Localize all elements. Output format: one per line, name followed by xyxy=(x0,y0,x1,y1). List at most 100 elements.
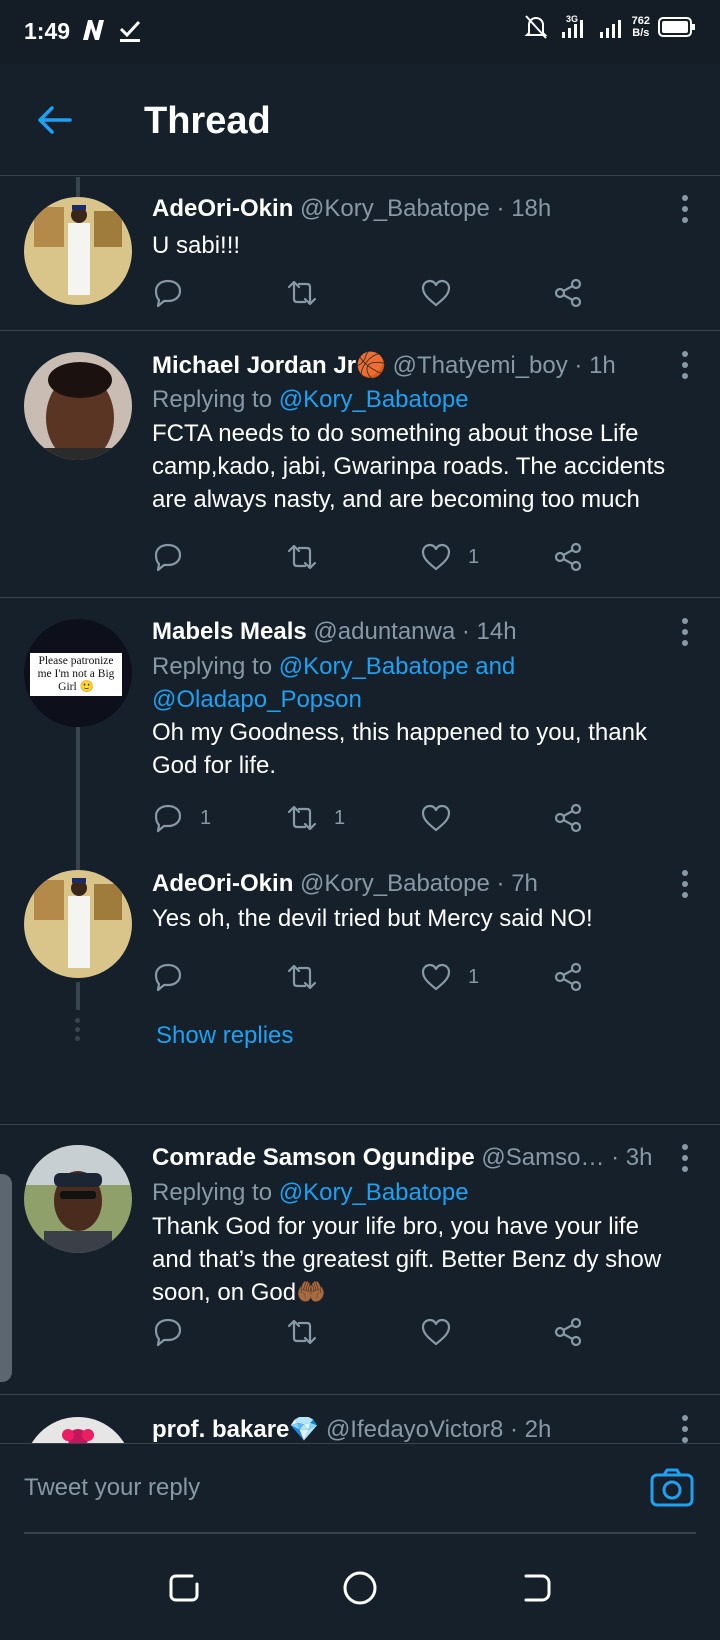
edge-panel-handle[interactable] xyxy=(0,1174,12,1382)
avatar[interactable] xyxy=(24,1417,132,1443)
back-arrow-icon[interactable] xyxy=(34,100,74,140)
retweet-icon xyxy=(287,964,317,990)
tweet-actions: 1 xyxy=(152,537,632,577)
tweet[interactable]: Comrade Samson Ogundipe @Samso… · 3h Rep… xyxy=(0,1125,720,1371)
retweet-button[interactable] xyxy=(286,537,334,577)
like-button[interactable] xyxy=(420,273,468,313)
author-handle[interactable]: @IfedayoVictor8 xyxy=(326,1416,503,1443)
tweet-meta: prof. bakare💎 @IfedayoVictor8 · 2h xyxy=(152,1415,660,1443)
reply-icon xyxy=(154,543,182,572)
tweet[interactable]: prof. bakare💎 @IfedayoVictor8 · 2h xyxy=(0,1395,720,1443)
tweet[interactable]: Michael Jordan Jr🏀 @Thatyemi_boy · 1h Re… xyxy=(0,331,720,597)
avatar[interactable] xyxy=(24,197,132,305)
time-separator: · xyxy=(496,195,505,222)
replying-to-handle[interactable]: @Kory_Babatope xyxy=(279,1179,469,1206)
bell-muted-icon xyxy=(524,15,548,39)
like-button[interactable]: 1 xyxy=(420,957,479,997)
replying-to: Replying to @Kory_Babatope xyxy=(152,1176,680,1209)
time-separator: · xyxy=(611,1144,620,1171)
retweet-icon xyxy=(287,805,317,831)
author-name[interactable]: Mabels Meals xyxy=(152,618,307,645)
more-options-icon[interactable] xyxy=(680,1144,690,1174)
author-handle[interactable]: @Samso… xyxy=(481,1144,604,1171)
tweet[interactable]: AdeOri-Okin @Kory_Babatope · 7h Yes oh, … xyxy=(0,858,720,1101)
tweet[interactable]: Please patronize me I'm not a Big Girl 🙂… xyxy=(0,598,720,858)
show-replies-link[interactable]: Show replies xyxy=(156,1022,293,1050)
tweet-body: FCTA needs to do something about those L… xyxy=(152,420,666,513)
home-button-icon[interactable] xyxy=(338,1566,382,1610)
tweet-actions xyxy=(152,273,632,313)
thread-connector xyxy=(76,982,80,1010)
status-left-icons xyxy=(80,18,142,42)
author-handle[interactable]: @Kory_Babatope xyxy=(300,870,490,897)
retweet-button[interactable]: 1 xyxy=(286,798,345,838)
author-name[interactable]: Comrade Samson Ogundipe xyxy=(152,1144,475,1171)
recents-button-icon[interactable] xyxy=(162,1566,206,1610)
retweet-button[interactable] xyxy=(286,273,334,313)
replying-to-handle[interactable]: @Kory_Babatope xyxy=(279,386,469,413)
reply-button[interactable] xyxy=(152,1312,200,1352)
share-button[interactable] xyxy=(552,273,584,313)
author-name[interactable]: Michael Jordan Jr🏀 xyxy=(152,352,386,379)
back-button-icon[interactable] xyxy=(514,1566,558,1610)
netspeed: 762 B/s xyxy=(632,15,650,39)
author-name[interactable]: AdeOri-Okin xyxy=(152,195,293,222)
retweet-count: 1 xyxy=(334,806,346,829)
camera-icon[interactable] xyxy=(648,1464,696,1512)
tweet-time: 7h xyxy=(511,870,538,897)
like-count: 1 xyxy=(468,965,480,988)
thread-feed[interactable]: AdeOri-Okin @Kory_Babatope · 18h U sabi!… xyxy=(0,177,720,1443)
reply-icon xyxy=(154,804,182,833)
reply-button[interactable] xyxy=(152,957,200,997)
page-title: Thread xyxy=(144,100,271,142)
author-handle[interactable]: @aduntanwa xyxy=(313,618,455,645)
avatar[interactable] xyxy=(24,1145,132,1253)
share-button[interactable] xyxy=(552,1312,584,1352)
reply-button[interactable] xyxy=(152,537,200,577)
more-options-icon[interactable] xyxy=(680,618,690,648)
tweet-time: 3h xyxy=(625,1144,653,1171)
tweet-meta: Michael Jordan Jr🏀 @Thatyemi_boy · 1h xyxy=(152,351,660,380)
share-icon xyxy=(554,1317,582,1347)
avatar[interactable]: Please patronize me I'm not a Big Girl 🙂 xyxy=(24,619,132,727)
tweet[interactable]: AdeOri-Okin @Kory_Babatope · 18h U sabi!… xyxy=(0,177,720,330)
tweet-body: Thank God for your life bro, you have yo… xyxy=(152,1213,662,1306)
share-button[interactable] xyxy=(552,537,584,577)
reply-icon xyxy=(154,279,182,308)
like-button[interactable] xyxy=(420,798,468,838)
retweet-icon xyxy=(287,280,317,306)
thread-connector xyxy=(76,177,80,197)
more-options-icon[interactable] xyxy=(680,351,690,381)
more-options-icon[interactable] xyxy=(680,870,690,900)
signal-icon xyxy=(599,20,621,38)
author-name[interactable]: prof. bakare💎 xyxy=(152,1416,319,1443)
like-button[interactable] xyxy=(420,1312,468,1352)
reply-icon xyxy=(154,963,182,992)
author-handle[interactable]: @Kory_Babatope xyxy=(300,195,490,222)
retweet-button[interactable] xyxy=(286,957,334,997)
avatar[interactable] xyxy=(24,870,132,978)
replying-to: Replying to @Kory_Babatope and @Oladapo_… xyxy=(152,650,550,716)
retweet-icon xyxy=(287,544,317,570)
reply-button[interactable] xyxy=(152,273,200,313)
tweet-actions: 1 1 xyxy=(152,798,632,838)
share-button[interactable] xyxy=(552,798,584,838)
reply-input[interactable]: Tweet your reply xyxy=(24,1474,200,1502)
more-options-icon[interactable] xyxy=(680,195,690,225)
status-bar: 1:49 3G 762 B/s xyxy=(0,0,720,64)
netspeed-unit: B/s xyxy=(632,27,650,39)
status-right: 3G 762 B/s xyxy=(524,14,696,40)
author-name[interactable]: AdeOri-Okin xyxy=(152,870,293,897)
retweet-button[interactable] xyxy=(286,1312,334,1352)
more-options-icon[interactable] xyxy=(680,1415,690,1443)
share-icon xyxy=(554,278,582,308)
author-handle[interactable]: @Thatyemi_boy xyxy=(393,352,568,379)
avatar[interactable] xyxy=(24,352,132,460)
reply-button[interactable]: 1 xyxy=(152,798,211,838)
reply-bar: Tweet your reply xyxy=(0,1443,720,1535)
like-button[interactable]: 1 xyxy=(420,537,479,577)
tweet-body: Oh my Goodness, this happened to you, th… xyxy=(152,719,647,779)
signal-3g-icon: 3G xyxy=(561,14,583,38)
tweet-time: 14h xyxy=(476,618,517,645)
share-button[interactable] xyxy=(552,957,584,997)
